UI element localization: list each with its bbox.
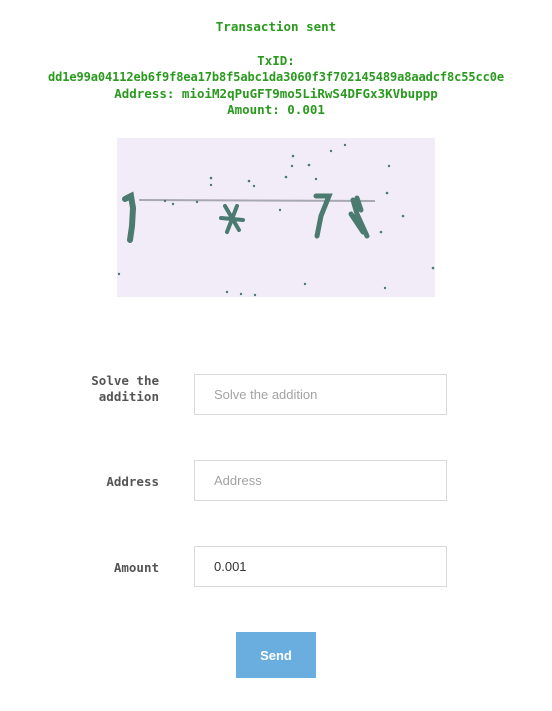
captcha-glyph-1 [122,191,137,243]
captcha-image [117,138,435,297]
captcha-noise [117,143,435,297]
txid-label: TxID: [257,53,295,68]
address-line: Address: mioiM2qPuGFT9mo5LiRwS4DFGx3KVbu… [114,86,438,101]
captcha-glyph-7 [313,193,333,239]
captcha-answer-input[interactable] [194,374,447,415]
captcha-glyph-n [348,195,370,239]
status-title: Transaction sent [215,19,337,34]
amount-input[interactable] [194,546,447,587]
captcha-field-label: Solve the addition [91,373,159,404]
send-button[interactable]: Send [236,632,316,678]
txid-value: dd1e99a04112eb6f9f8ea17b8f5abc1da3060f3f… [48,70,504,84]
captcha-drawing [117,143,435,297]
amount-line: Amount: 0.001 [227,102,325,117]
captcha-strike-line [138,199,376,202]
captcha-glyph-x [219,204,245,234]
address-input[interactable] [194,460,447,501]
address-field-label: Address [106,474,159,489]
amount-field-label: Amount [113,560,159,575]
